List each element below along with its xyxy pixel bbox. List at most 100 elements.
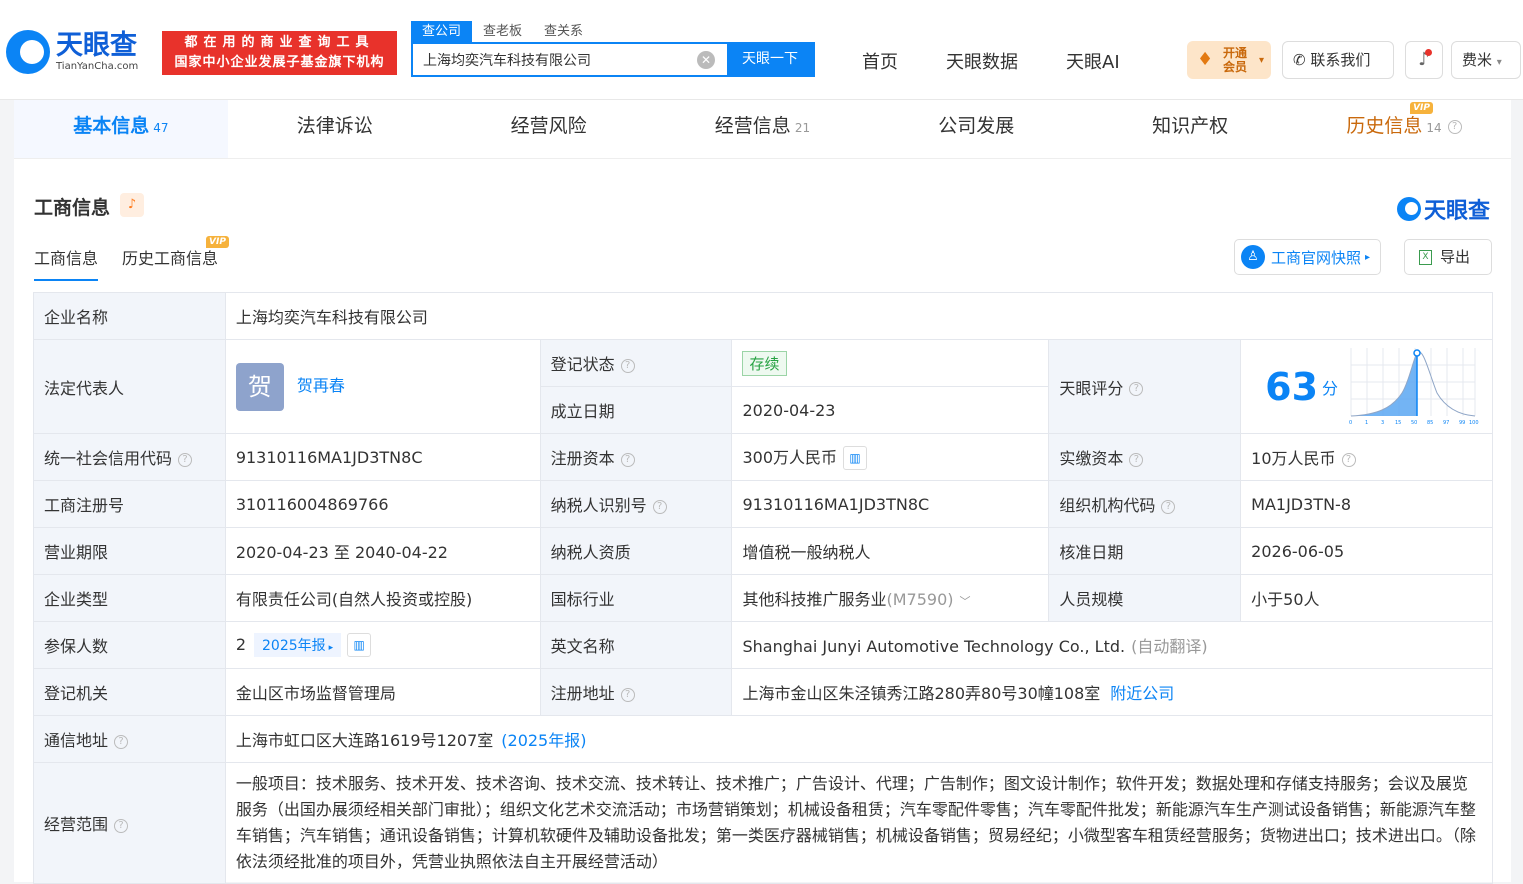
tab-development[interactable]: 公司发展: [869, 100, 1083, 158]
help-icon[interactable]: ?: [620, 358, 635, 373]
promo-banner[interactable]: 都在用的商业查询工具 国家中小企业发展子基金旗下机构: [162, 31, 397, 75]
brand-text: 天眼查: [1424, 199, 1491, 224]
unread-dot: [1425, 49, 1432, 56]
axis-tick: 99: [1459, 420, 1465, 426]
tab-label: 法律诉讼: [296, 115, 373, 137]
tianyancha-logo[interactable]: 天眼查 TianYanCha.com: [6, 30, 138, 74]
score-cell[interactable]: 63 分 0 1 3 15 50 85 97 99 100: [1240, 339, 1493, 434]
promo-line1: 都在用的商业查询工具: [184, 35, 375, 50]
taxpayer-id-label-cell: 纳税人识别号?: [539, 480, 733, 528]
industry-code: (M7590): [886, 590, 954, 609]
tab-label: 历史信息: [1346, 115, 1423, 137]
table-row: 参保人数 2 2025年报 ▸ ▥ 英文名称 Shanghai Junyi Autom…: [33, 621, 1493, 669]
legal-rep-link[interactable]: 贺再春: [297, 376, 345, 395]
staff-size: 小于50人: [1240, 574, 1493, 622]
top-nav: 首页 天眼数据 天眼AI: [862, 48, 1168, 74]
bar-chart-icon[interactable]: ▥: [347, 633, 372, 658]
section-title: 工商信息: [34, 197, 111, 219]
export-button[interactable]: X 导出: [1404, 239, 1492, 275]
vip-button-label: 开通会员: [1223, 46, 1248, 74]
subscribe-bell-icon[interactable]: ♪: [120, 193, 144, 217]
reg-capital: 300万人民币: [742, 447, 838, 467]
user-name: 费米: [1462, 51, 1493, 69]
help-icon[interactable]: ?: [652, 499, 667, 514]
notification-button[interactable]: ♪: [1405, 41, 1443, 79]
approve-date-label: 核准日期: [1048, 527, 1242, 575]
avatar[interactable]: 贺: [235, 362, 284, 411]
axis-tick: 97: [1443, 420, 1449, 426]
english-name: Shanghai Junyi Automotive Technology Co.…: [742, 637, 1126, 656]
bar-chart-icon[interactable]: ▥: [843, 446, 868, 471]
score-label-cell: 天眼评分?: [1048, 339, 1242, 434]
insured-year: 2025年报: [262, 637, 326, 654]
tab-history[interactable]: 历史信息 14? VIP: [1297, 100, 1511, 158]
export-label: 导出: [1440, 248, 1471, 266]
search-tabs: 查公司 查老板 查关系: [411, 21, 594, 42]
help-icon[interactable]: ?: [620, 687, 635, 702]
subtab-history-business-info[interactable]: 历史工商信息 VIP: [122, 236, 229, 281]
subtab-business-info[interactable]: 工商信息: [34, 245, 99, 281]
type-label: 企业类型: [33, 574, 226, 622]
chevron-down-icon: ﹀: [959, 595, 971, 608]
help-icon[interactable]: ?: [1161, 499, 1176, 514]
help-icon[interactable]: ?: [1341, 452, 1356, 467]
logo-cn-text: 天眼查: [56, 30, 137, 61]
tab-risk[interactable]: 经营风险: [442, 100, 656, 158]
search-button[interactable]: 天眼一下: [727, 44, 813, 75]
help-icon[interactable]: ?: [1129, 452, 1144, 467]
industry: 其他科技推广服务业: [742, 590, 887, 609]
official-snapshot-button[interactable]: ♙ 工商官网快照 ▸: [1234, 239, 1381, 275]
org-code-label: 组织机构代码: [1059, 496, 1156, 515]
search-tab-boss[interactable]: 查老板: [472, 21, 533, 42]
business-scope: 一般项目：技术服务、技术开发、技术咨询、技术交流、技术转让、技术推广；广告设计、…: [224, 762, 1494, 884]
tab-legal[interactable]: 法律诉讼: [228, 100, 442, 158]
tab-ip[interactable]: 知识产权: [1083, 100, 1297, 158]
score-value: 63: [1265, 364, 1319, 409]
nearby-companies-link[interactable]: 附近公司: [1110, 684, 1174, 703]
company-name-label: 企业名称: [33, 292, 226, 340]
search-tab-relation[interactable]: 查关系: [533, 21, 594, 42]
industry-cell[interactable]: 其他科技推广服务业(M7590) ﹀: [731, 574, 1050, 622]
org-code-label-cell: 组织机构代码?: [1048, 480, 1242, 528]
help-icon[interactable]: ?: [114, 734, 129, 749]
business-info-card: 工商信息 ♪ 天眼查 工商信息 历史工商信息 VIP ♙ 工商官网快照 ▸ X 导出…: [14, 158, 1511, 884]
mail-address-year-link[interactable]: (2025年报): [501, 731, 586, 750]
contact-button[interactable]: ✆ 联系我们: [1282, 41, 1394, 79]
tab-count: 47: [153, 121, 169, 135]
english-name-cell: Shanghai Junyi Automotive Technology Co.…: [731, 621, 1493, 669]
insured-year-tag[interactable]: 2025年报 ▸: [254, 632, 342, 657]
paid-capital-label-cell: 实缴资本?: [1048, 433, 1242, 481]
help-icon[interactable]: ?: [114, 818, 129, 833]
authority-label: 登记机关: [33, 668, 226, 716]
search-tab-company[interactable]: 查公司: [411, 21, 473, 42]
help-icon[interactable]: ?: [620, 452, 635, 467]
help-icon[interactable]: ?: [1129, 382, 1144, 396]
tab-count: 21: [794, 121, 811, 135]
nav-data[interactable]: 天眼数据: [946, 48, 1018, 74]
score-distribution-chart: 0 1 3 15 50 85 97 99 100: [1349, 348, 1479, 426]
reg-status-label-cell: 登记状态?: [539, 339, 733, 387]
logo-en-text: TianYanCha.com: [56, 61, 139, 72]
tab-label: 知识产权: [1152, 115, 1229, 137]
insured-label: 参保人数: [33, 621, 226, 669]
nav-home[interactable]: 首页: [862, 48, 898, 74]
insured-count: 2: [235, 634, 246, 654]
tab-operation[interactable]: 经营信息 21: [656, 100, 870, 158]
help-icon[interactable]: ?: [1447, 119, 1462, 134]
open-vip-button[interactable]: ♦ 开通会员 ▾: [1187, 41, 1271, 79]
scope-label: 经营范围: [44, 815, 109, 834]
search-input[interactable]: [413, 44, 697, 75]
reg-address-label-cell: 注册地址?: [539, 668, 733, 716]
credit-code-label: 统一社会信用代码: [44, 449, 173, 468]
clear-icon[interactable]: ✕: [697, 51, 715, 69]
table-row: 法定代表人 贺 贺再春 登记状态? 存续 天眼评分? 63 分 0 1 3 15…: [33, 339, 1493, 434]
nav-ai[interactable]: 天眼AI: [1066, 48, 1120, 74]
reg-capital-cell: 300万人民币 ▥: [731, 433, 1050, 481]
tab-basic-info[interactable]: 基本信息 47: [14, 100, 228, 158]
tab-count: 14: [1426, 121, 1442, 135]
help-icon[interactable]: ?: [178, 452, 193, 467]
paid-capital: 10万人民币: [1251, 449, 1336, 468]
snapshot-label: 工商官网快照: [1271, 248, 1362, 267]
user-menu[interactable]: 费米 ▾: [1451, 41, 1521, 79]
promo-line2: 国家中小企业发展子基金旗下机构: [174, 55, 385, 70]
